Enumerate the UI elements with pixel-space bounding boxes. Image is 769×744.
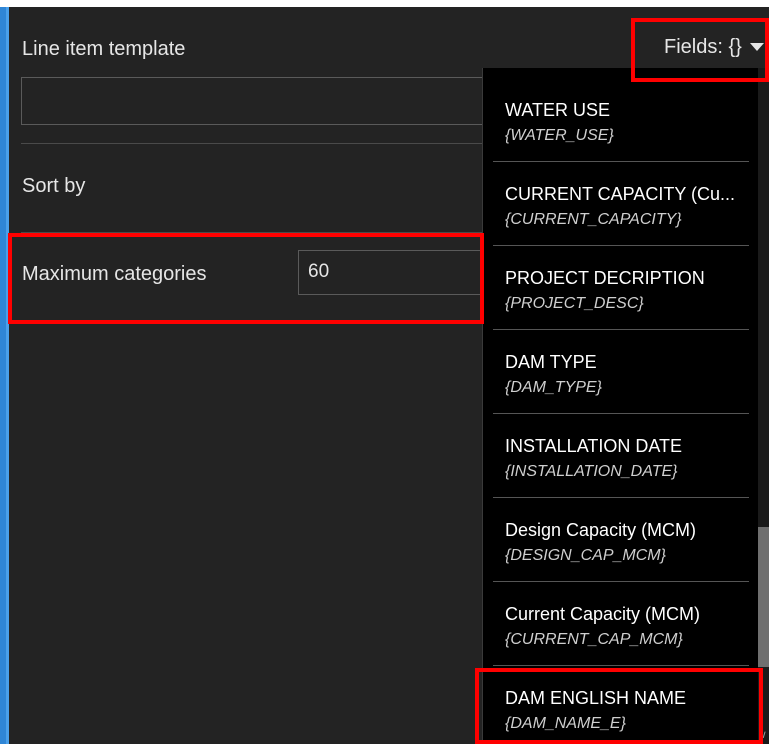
field-name: PROJECT DECRIPTION <box>505 268 705 288</box>
fields-dropdown: WATER USE {WATER_USE} CURRENT CAPACITY (… <box>482 68 769 744</box>
maximum-categories-input[interactable]: 60 <box>298 250 488 295</box>
field-item[interactable]: CURRENT CAPACITY (Cu... {CURRENT_CAPACIT… <box>493 162 749 246</box>
field-name: DAM ENGLISH NAME <box>505 688 687 708</box>
sort-by-label: Sort by <box>22 175 86 197</box>
field-token: {INSTALLATION_DATE} <box>505 463 678 480</box>
field-item[interactable]: WATER USE {WATER_USE} <box>493 78 749 162</box>
field-token: {PROJECT_DESC} <box>505 295 644 312</box>
dropdown-scrollbar-thumb[interactable] <box>758 527 769 667</box>
field-item[interactable]: DAM ENGLISH NAME {DAM_NAME_E} <box>493 666 749 744</box>
field-item[interactable]: PROJECT DECRIPTION {PROJECT_DESC} <box>493 246 749 330</box>
field-name: Design Capacity (MCM) <box>505 520 697 540</box>
field-token: {CURRENT_CAPACITY} <box>505 211 682 228</box>
fields-button[interactable]: Fields: {} <box>664 36 742 59</box>
line-item-template-input[interactable] <box>21 77 491 125</box>
field-name: Current Capacity (MCM) <box>505 604 701 624</box>
panel-accent-bar <box>0 7 9 744</box>
chevron-down-icon[interactable]: ∨ <box>759 728 767 741</box>
divider <box>21 143 491 144</box>
field-item[interactable]: Current Capacity (MCM) {CURRENT_CAP_MCM} <box>493 582 749 666</box>
field-item[interactable]: DAM TYPE {DAM_TYPE} <box>493 330 749 414</box>
field-token: {DAM_NAME_E} <box>505 715 626 732</box>
field-token: {DESIGN_CAP_MCM} <box>505 547 666 564</box>
field-token: {DAM_TYPE} <box>505 379 602 396</box>
line-item-template-label: Line item template <box>22 38 186 60</box>
field-item[interactable]: INSTALLATION DATE {INSTALLATION_DATE} <box>493 414 749 498</box>
field-item[interactable]: Design Capacity (MCM) {DESIGN_CAP_MCM} <box>493 498 749 582</box>
field-name: WATER USE <box>505 100 611 120</box>
field-token: {WATER_USE} <box>505 127 614 144</box>
divider <box>21 232 491 233</box>
caret-down-icon[interactable] <box>750 43 764 51</box>
field-token: {CURRENT_CAP_MCM} <box>505 631 683 648</box>
field-name: DAM TYPE <box>505 352 597 372</box>
field-name: CURRENT CAPACITY (Cu... <box>505 184 736 204</box>
field-name: INSTALLATION DATE <box>505 436 683 456</box>
top-strip <box>0 0 769 7</box>
maximum-categories-label: Maximum categories <box>22 263 207 285</box>
